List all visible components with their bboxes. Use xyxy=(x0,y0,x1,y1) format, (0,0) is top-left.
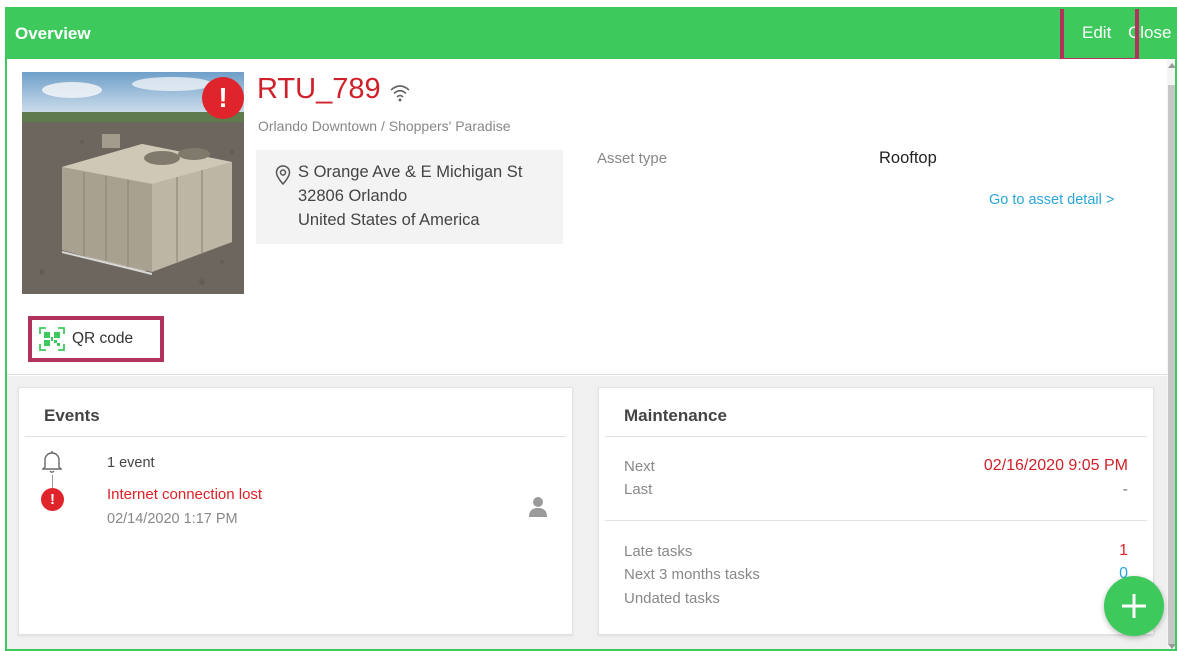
add-button[interactable] xyxy=(1104,576,1164,636)
asset-name: RTU_789 xyxy=(257,73,381,105)
panel-header: Overview Edit Close xyxy=(7,9,1175,62)
qr-code-button[interactable]: QR code xyxy=(28,316,164,362)
qr-code-label: QR code xyxy=(72,330,134,347)
asset-overview-panel: Overview Edit Close ! RTU_789 Orlando Do… xyxy=(5,7,1177,651)
event-alert-icon: ! xyxy=(41,488,64,511)
last-value: - xyxy=(1122,481,1128,498)
address-box: S Orange Ave & E Michigan St 32806 Orlan… xyxy=(256,150,563,244)
scroll-up-arrow[interactable] xyxy=(1168,63,1175,68)
bell-icon xyxy=(41,451,63,473)
asset-type-label: Asset type xyxy=(597,150,668,167)
maintenance-card: Maintenance Next 02/16/2020 9:05 PM Last… xyxy=(598,387,1154,635)
scroll-down-arrow[interactable] xyxy=(1168,644,1175,649)
address-line-street: S Orange Ave & E Michigan St xyxy=(298,163,523,181)
edit-highlight-box xyxy=(1060,9,1139,62)
scroll-thumb[interactable] xyxy=(1168,85,1175,645)
panel-title: Overview xyxy=(15,24,91,43)
undated-tasks-label: Undated tasks xyxy=(624,590,720,607)
asset-location-path: Orlando Downtown / Shoppers' Paradise xyxy=(258,118,511,134)
asset-alert-icon: ! xyxy=(202,77,244,119)
event-message[interactable]: Internet connection lost xyxy=(107,486,262,503)
user-icon xyxy=(529,497,547,517)
late-tasks-value: 1 xyxy=(1119,542,1128,559)
timeline-connector xyxy=(52,475,53,489)
events-card: Events ! 1 event Internet connection los… xyxy=(18,387,573,635)
next-value: 02/16/2020 9:05 PM xyxy=(983,457,1128,474)
address-line-city: 32806 Orlando xyxy=(298,187,408,205)
details-area: Events ! 1 event Internet connection los… xyxy=(7,376,1167,649)
last-label: Last xyxy=(624,481,653,498)
address-line-country: United States of America xyxy=(298,211,480,229)
vertical-scrollbar[interactable] xyxy=(1167,59,1175,649)
event-timestamp: 02/14/2020 1:17 PM xyxy=(107,511,238,527)
events-divider xyxy=(25,436,566,437)
next-3-months-tasks-label: Next 3 months tasks xyxy=(624,566,760,583)
events-title: Events xyxy=(44,406,100,425)
event-count: 1 event xyxy=(107,455,155,471)
maintenance-divider-2 xyxy=(605,520,1147,521)
wifi-icon xyxy=(390,85,410,102)
maintenance-divider xyxy=(605,436,1147,437)
qr-code-icon xyxy=(39,327,65,351)
late-tasks-label: Late tasks xyxy=(624,543,693,560)
location-pin-icon xyxy=(275,165,291,185)
next-label: Next xyxy=(624,458,655,475)
asset-detail-link[interactable]: Go to asset detail > xyxy=(989,192,1114,208)
asset-type-value: Rooftop xyxy=(879,149,937,167)
plus-icon xyxy=(1122,594,1146,618)
maintenance-title: Maintenance xyxy=(624,406,727,425)
asset-summary: ! RTU_789 Orlando Downtown / Shoppers' P… xyxy=(7,59,1167,375)
